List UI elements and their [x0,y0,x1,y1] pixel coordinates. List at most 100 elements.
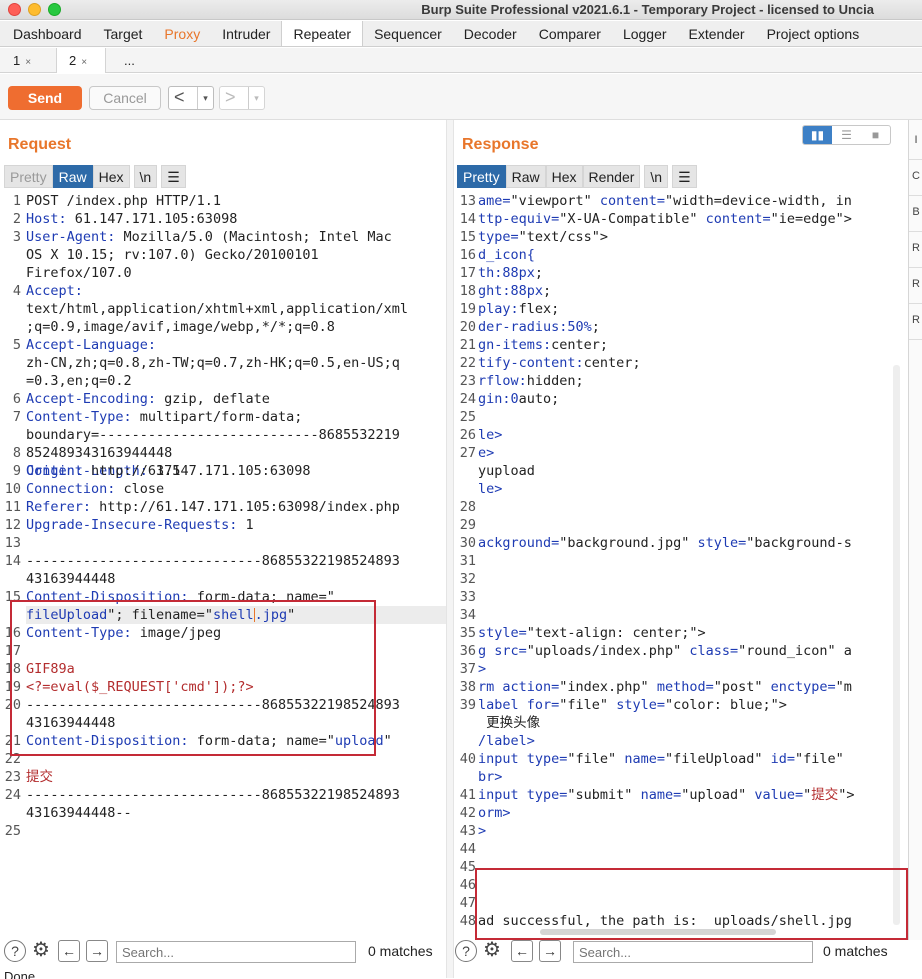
gear-icon[interactable]: ⚙ [30,940,52,962]
request-line: POST /index.php HTTP/1.1 [26,192,221,210]
send-button[interactable]: Send [8,86,82,110]
new-tab-button[interactable]: ... [124,48,135,73]
response-search-input[interactable] [573,941,813,963]
line-text: OS X 10.15; rv:107.0) Gecko/20100101 [26,247,319,263]
main-tab-repeater[interactable]: Repeater [281,21,364,46]
response-format-hex[interactable]: Hex [545,165,583,188]
line-number: 19 [459,301,476,317]
header-name: Accept-Language: [26,337,157,353]
request-line: text/html,application/xhtml+xml,applicat… [26,300,408,318]
line-text: GIF89a [26,661,75,677]
line-text: -----------------------------86855322198… [26,697,400,713]
request-editor[interactable]: 1 2 3 4 5 6 7 8 9 10 11 12 13 14 15 16 17 18 19 20 21 22 23 24 2… [0,192,446,930]
request-line: Accept-Language: [26,336,156,354]
request-format-pretty[interactable]: Pretty [4,165,53,188]
response-line: d_icon{ [478,247,535,263]
cancel-button[interactable]: Cancel [89,86,161,110]
response-line: rflow:hidden; [478,373,584,389]
inspector-tab[interactable]: R [909,264,922,304]
main-tab-project-options[interactable]: Project options [756,21,871,46]
repeater-tab-1[interactable]: 1 × [6,48,44,73]
request-format-raw[interactable]: Raw [52,165,93,188]
response-format-raw[interactable]: Raw [505,165,546,188]
response-horizontal-scrollbar[interactable] [540,929,776,935]
response-editor[interactable]: 13 14 15 16 17 18 19 20 21 22 23 24 25 26 27 28 29 30 31 32… [455,192,891,930]
help-icon[interactable]: ? [4,940,26,962]
inspector-tab[interactable]: R [909,300,922,340]
line-number: 41 [459,787,476,803]
inspector-tab[interactable]: B [909,192,922,232]
gear-icon[interactable]: ⚙ [481,940,503,962]
main-tab-sequencer[interactable]: Sequencer [363,21,453,46]
line-number: 24 [4,787,21,803]
line-number: 43 [459,823,476,839]
main-tab-comparer[interactable]: Comparer [528,21,612,46]
request-line: 852489343163944448 [26,444,172,462]
split-horizontal-icon[interactable]: ▮▮ [803,126,832,144]
line-number: 42 [459,805,476,821]
request-format-newline[interactable]: \n [133,165,158,188]
line-number: 5 [12,337,21,353]
line-number: 25 [4,823,21,839]
line-number: 1 [12,193,21,209]
repeater-tab-2[interactable]: 2 × [56,48,106,73]
close-icon[interactable]: × [25,57,31,68]
line-number: 17 [4,643,21,659]
single-pane-icon[interactable]: ■ [861,126,890,144]
inspector-tab[interactable]: I [909,120,922,160]
response-format-menu-icon[interactable]: ☰ [672,165,697,188]
line-number: 18 [4,661,21,677]
response-format-render[interactable]: Render [582,165,641,188]
line-number: 4 [12,283,21,299]
request-line: -----------------------------86855322198… [26,696,400,714]
response-line: play:flex; [478,301,560,317]
chevron-down-icon[interactable]: ▾ [197,87,213,109]
arrow-left-icon[interactable]: ← [511,940,533,962]
main-tab-extender[interactable]: Extender [678,21,756,46]
line-number: 16 [4,625,21,641]
line-number: 33 [459,589,476,605]
inspector-tab[interactable]: R [909,228,922,268]
request-format-menu-icon[interactable]: ☰ [161,165,186,188]
line-number: 6 [12,391,21,407]
repeater-tab-label: 1 [13,53,21,68]
header-name: Content-Disposition: [26,589,189,605]
line-text: 43163944448-- [26,805,132,821]
repeater-tab-label: 2 [69,53,77,68]
request-format-hex[interactable]: Hex [92,165,130,188]
arrow-right-icon[interactable]: → [539,940,561,962]
request-search-input[interactable] [116,941,356,963]
line-number: 40 [459,751,476,767]
back-button[interactable]: < ▾ [168,86,214,110]
split-vertical-icon[interactable]: ☰ [832,126,861,144]
help-icon[interactable]: ? [455,940,477,962]
pane-divider[interactable] [446,120,454,978]
close-icon[interactable]: × [81,57,87,68]
main-tab-logger[interactable]: Logger [612,21,678,46]
arrow-left-icon[interactable]: ← [58,940,80,962]
request-search-bar: ? ⚙ ← → 0 matches [0,938,446,966]
arrow-right-icon[interactable]: → [86,940,108,962]
main-tab-decoder[interactable]: Decoder [453,21,528,46]
line-number: 18 [459,283,476,299]
response-body[interactable]: ame="viewport" content="width=device-wid… [478,192,891,930]
response-line: input type="file" name="fileUpload" id="… [478,751,844,767]
main-tab-proxy[interactable]: Proxy [153,21,211,46]
main-tab-target[interactable]: Target [93,21,154,46]
response-line: input type="submit" name="upload" value=… [478,787,855,803]
line-number: 37 [459,661,476,677]
line-number: 23 [4,769,21,785]
line-number: 31 [459,553,476,569]
response-format-pretty[interactable]: Pretty [457,165,506,188]
main-tab-dashboard[interactable]: Dashboard [0,21,93,46]
inspector-tab[interactable]: C [909,156,922,196]
response-format-newline[interactable]: \n [644,165,669,188]
forward-button[interactable]: > ▾ [219,86,265,110]
request-title: Request [8,136,72,153]
response-line: der-radius:50%; [478,319,600,335]
response-vertical-scrollbar[interactable] [893,365,900,925]
chevron-down-icon[interactable]: ▾ [248,87,264,109]
repeater-toolbar: Send Cancel < ▾ > ▾ [0,74,922,120]
main-tab-intruder[interactable]: Intruder [211,21,281,46]
request-line: Content-Type: multipart/form-data; [26,408,302,426]
